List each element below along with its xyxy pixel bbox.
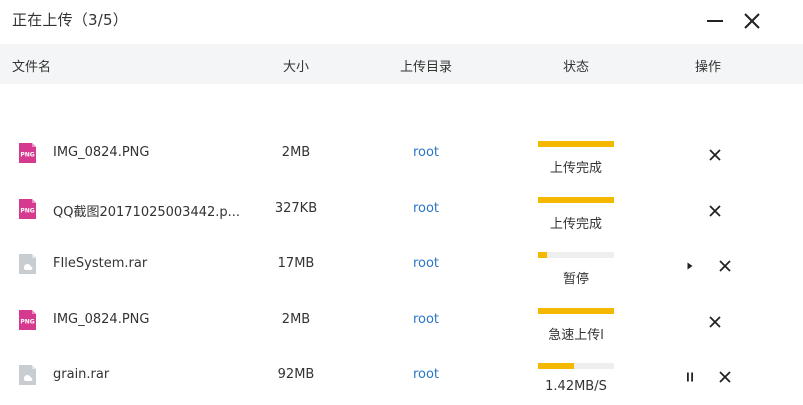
window-title: 正在上传（3/5）	[12, 11, 128, 29]
pause-upload-button[interactable]	[682, 369, 698, 385]
file-name: IMG_0824.PNG	[53, 311, 150, 327]
close-icon	[719, 260, 731, 272]
column-header-actions: 操作	[694, 60, 721, 75]
cancel-upload-button[interactable]	[707, 147, 723, 163]
column-header-name: 文件名	[12, 60, 52, 75]
play-icon	[687, 262, 693, 270]
pause-icon	[687, 372, 693, 382]
close-icon	[709, 315, 721, 328]
upload-status: 急速上传l	[548, 327, 604, 343]
png-file-icon: PNG	[16, 142, 38, 164]
upload-directory-link[interactable]: root	[395, 145, 457, 160]
column-header-status: 状态	[562, 60, 589, 75]
file-size: 327KB	[274, 200, 318, 216]
progress-bar	[538, 196, 614, 203]
cancel-upload-button[interactable]	[717, 369, 733, 385]
table-row: PNG QQ截图20171025003442.p... 327KB root 上传完成	[0, 182, 803, 238]
progress-fill	[538, 252, 548, 258]
progress-bar	[538, 363, 614, 369]
upload-status: 暂停	[562, 272, 589, 287]
table-row: PNG IMG_0824.PNG 2MB root 急速上传l	[0, 293, 803, 349]
close-icon	[719, 371, 731, 383]
title-bar: 正在上传（3/5）	[0, 0, 803, 42]
archive-file-icon	[16, 253, 38, 275]
cancel-upload-button[interactable]	[707, 203, 723, 219]
png-icon-label: PNG	[20, 152, 34, 159]
close-window-button[interactable]	[737, 6, 767, 36]
file-size: 17MB	[277, 256, 315, 271]
upload-status: 上传完成	[549, 161, 602, 176]
archive-file-icon	[16, 364, 38, 386]
minimize-button[interactable]	[700, 6, 730, 36]
close-icon	[709, 204, 721, 217]
column-header-size: 大小	[282, 60, 309, 75]
file-size: 92MB	[277, 367, 315, 382]
resume-upload-button[interactable]	[682, 258, 698, 274]
png-file-icon: PNG	[16, 309, 38, 331]
upload-status: 1.42MB/S	[545, 379, 607, 394]
cancel-upload-button[interactable]	[707, 314, 723, 330]
png-icon-label: PNG	[20, 207, 34, 214]
progress-fill	[538, 196, 614, 203]
file-size: 2MB	[281, 145, 311, 160]
file-name: FIleSystem.rar	[53, 256, 148, 271]
progress-fill	[538, 141, 614, 147]
close-icon	[744, 13, 760, 29]
table-row: FIleSystem.rar 17MB root 暂停	[0, 237, 803, 293]
progress-fill	[538, 363, 575, 369]
png-icon-label: PNG	[20, 318, 34, 325]
minimize-icon	[707, 20, 723, 22]
file-name: IMG_0824.PNG	[53, 145, 150, 160]
table-header: 文件名 大小 上传目录 状态 操作	[0, 44, 803, 84]
table-row: grain.rar 92MB root 1.42MB/S	[0, 348, 803, 404]
table-row: PNG IMG_0824.PNG 2MB root 上传完成	[0, 126, 803, 182]
file-name: QQ截图20171025003442.p...	[53, 204, 241, 220]
upload-list: PNG IMG_0824.PNG 2MB root 上传完成 PNG QQ截图2017102…	[0, 126, 803, 404]
upload-directory-link[interactable]: root	[395, 256, 457, 271]
file-name: grain.rar	[53, 367, 110, 382]
close-icon	[709, 149, 721, 161]
cancel-upload-button[interactable]	[717, 258, 733, 274]
upload-directory-link[interactable]: root	[395, 367, 457, 382]
column-header-directory: 上传目录	[399, 60, 452, 75]
progress-fill	[538, 307, 614, 314]
upload-directory-link[interactable]: root	[395, 201, 457, 216]
upload-directory-link[interactable]: root	[395, 312, 457, 327]
png-file-icon: PNG	[16, 198, 38, 220]
upload-status: 上传完成	[549, 216, 602, 232]
progress-bar	[538, 141, 614, 147]
progress-bar	[538, 307, 614, 314]
file-size: 2MB	[281, 311, 311, 327]
progress-bar	[538, 252, 614, 258]
